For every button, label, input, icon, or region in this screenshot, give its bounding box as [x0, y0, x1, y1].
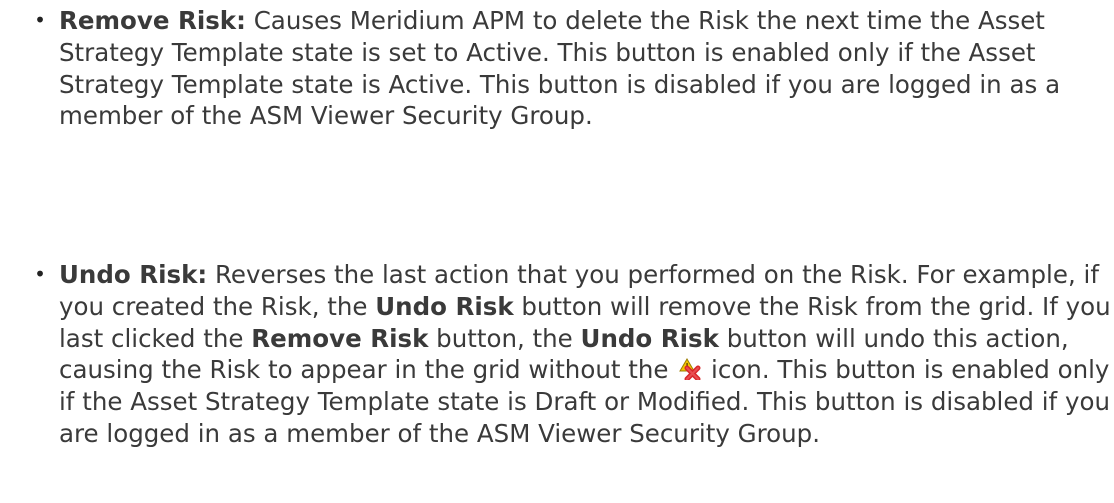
inline-term-remove-risk: Remove Risk	[251, 323, 429, 353]
text-segment: button, the	[428, 323, 581, 353]
document-page: • Remove Risk: Causes Meridium APM to de…	[0, 0, 1114, 503]
term-remove-risk: Remove Risk:	[59, 6, 246, 35]
paragraph-remove-risk: Remove Risk: Causes Meridium APM to dele…	[59, 5, 1111, 132]
term-undo-risk: Undo Risk:	[59, 260, 208, 289]
inline-term-undo-risk: Undo Risk	[375, 291, 514, 321]
bullet: •	[34, 8, 46, 32]
paragraph-undo-risk: Undo Risk: Reverses the last action that…	[59, 259, 1111, 450]
inline-term-undo-risk: Undo Risk	[580, 323, 719, 353]
remove-risk-icon	[679, 358, 701, 381]
bullet: •	[34, 262, 46, 286]
